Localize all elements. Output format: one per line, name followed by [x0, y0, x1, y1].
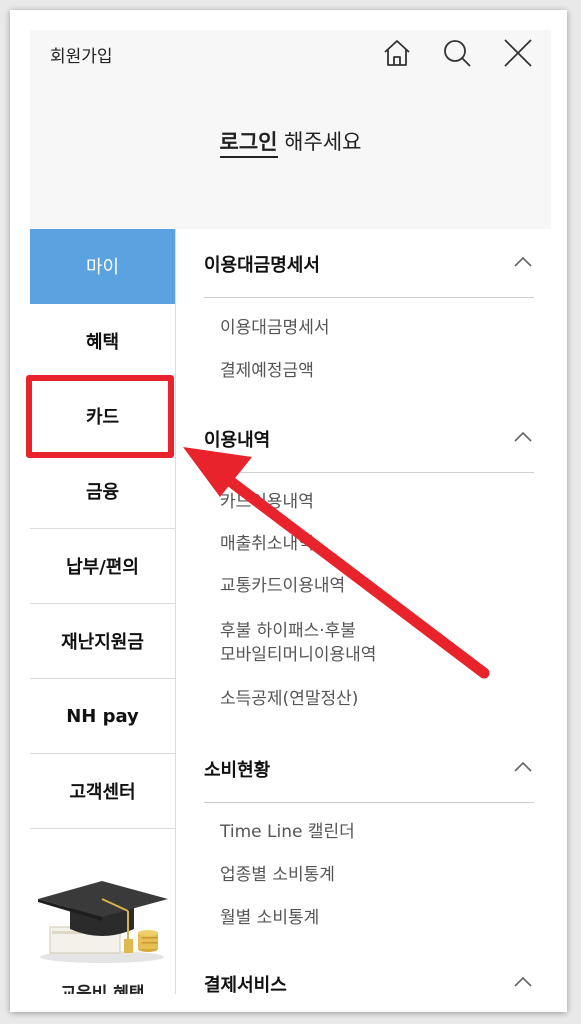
mobile-menu-screen: 회원가입 로그인 해주세요 마이 혜택 카드 금융 납부/편의 재난지원금 NH… [30, 30, 551, 994]
section-spending[interactable]: 소비현황 [204, 734, 534, 803]
menu-link-sales-cancel[interactable]: 매출취소내역 [220, 532, 314, 556]
section-title: 이용대금명세서 [204, 255, 320, 276]
menu-link-statement[interactable]: 이용대금명세서 [220, 316, 329, 340]
sidebar-item-my[interactable]: 마이 [30, 229, 175, 304]
chevron-up-icon[interactable] [512, 756, 534, 778]
close-icon[interactable] [501, 36, 535, 70]
menu-link-scheduled-payment[interactable]: 결제예정금액 [220, 359, 314, 383]
menu-link-tax-deduction[interactable]: 소득공제(연말정산) [220, 687, 358, 711]
section-statement[interactable]: 이용대금명세서 [204, 229, 534, 298]
section-title: 이용내역 [204, 430, 271, 451]
promo-caption: 교육비 혜택 [60, 984, 145, 994]
chevron-up-icon[interactable] [512, 426, 534, 448]
section-title: 결제서비스 [204, 975, 287, 994]
menu-link-timeline-calendar[interactable]: Time Line 캘린더 [220, 820, 355, 844]
sidebar-item-finance[interactable]: 금융 [30, 454, 175, 529]
education-promo-banner[interactable]: 교육비 혜택 [30, 829, 175, 994]
login-suffix: 해주세요 [277, 130, 362, 154]
menu-link-transit-card[interactable]: 교통카드이용내역 [220, 574, 345, 598]
home-icon[interactable] [380, 36, 414, 70]
sidebar-item-disaster-fund[interactable]: 재난지원금 [30, 604, 175, 679]
menu-link-industry-stats[interactable]: 업종별 소비통계 [220, 863, 335, 887]
menu-link-card-usage[interactable]: 카드이용내역 [220, 490, 314, 514]
submenu-panel: 이용대금명세서 이용대금명세서 결제예정금액 이용내역 카드이용내역 매출취소내… [176, 229, 551, 994]
sidebar-item-nh-pay[interactable]: NH pay [30, 679, 175, 754]
signup-link[interactable]: 회원가입 [50, 42, 113, 67]
login-prompt: 로그인 해주세요 [30, 126, 551, 158]
section-usage[interactable]: 이용내역 [204, 404, 534, 473]
chevron-up-icon[interactable] [512, 971, 534, 993]
section-payment-service[interactable]: 결제서비스 [204, 949, 534, 994]
menu-header: 회원가입 로그인 해주세요 [30, 30, 551, 229]
search-icon[interactable] [440, 36, 474, 70]
section-title: 소비현황 [204, 760, 271, 781]
menu-link-hipass-tmoney[interactable]: 후불 하이패스·후불 모바일티머니이용내역 [220, 619, 376, 667]
sidebar-item-payment[interactable]: 납부/편의 [30, 529, 175, 604]
category-sidebar: 마이 혜택 카드 금융 납부/편의 재난지원금 NH pay 고객센터 교육비 … [30, 229, 176, 994]
login-link[interactable]: 로그인 [219, 130, 278, 158]
sidebar-item-benefits[interactable]: 혜택 [30, 304, 175, 379]
graduation-cap-icon [38, 881, 168, 963]
chevron-up-icon[interactable] [512, 251, 534, 273]
sidebar-item-customer-center[interactable]: 고객센터 [30, 754, 175, 829]
menu-link-monthly-stats[interactable]: 월별 소비통계 [220, 906, 319, 930]
highlight-box [26, 375, 174, 458]
